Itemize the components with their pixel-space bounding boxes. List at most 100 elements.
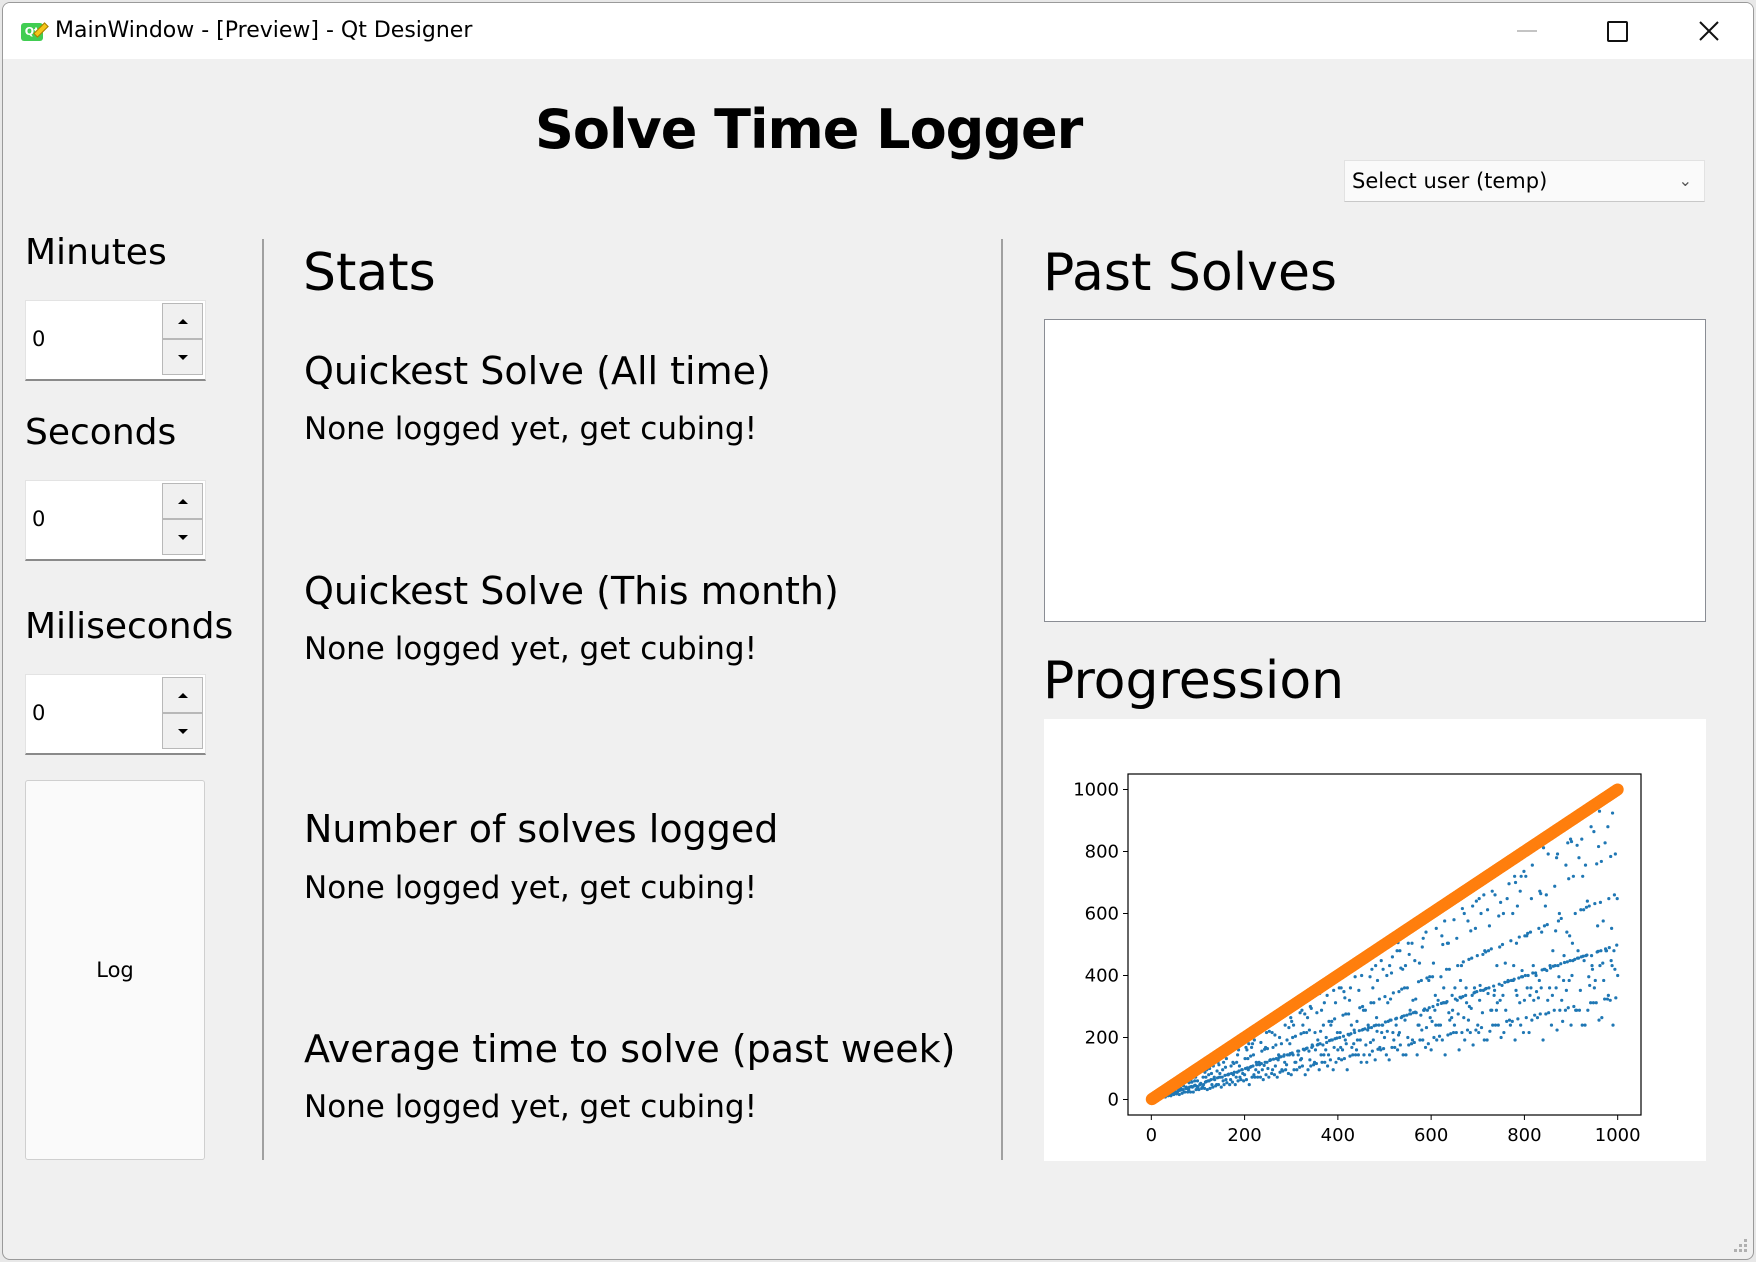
data-point-phi (1288, 1042, 1292, 1046)
data-point-phi (1208, 1086, 1212, 1090)
progression-chart: 0 200 400 600 800 1000 0 200 400 600 800 1000 (1044, 719, 1706, 1161)
past-solves-list[interactable] (1044, 319, 1706, 622)
data-point-phi (1536, 996, 1540, 1000)
data-point-phi (1469, 929, 1473, 933)
milliseconds-spinbox[interactable]: 0 (25, 674, 206, 755)
data-point-phi (1433, 1008, 1437, 1012)
data-point-phi (1259, 1040, 1263, 1045)
data-point-phi (1560, 998, 1564, 1002)
data-point-phi (1343, 1038, 1347, 1042)
data-point-phi (1384, 1053, 1388, 1057)
seconds-value[interactable]: 0 (32, 507, 45, 531)
data-point-phi (1606, 825, 1610, 829)
data-point-phi (1305, 1016, 1310, 1020)
seconds-decrement-button[interactable] (162, 519, 203, 555)
milliseconds-value[interactable]: 0 (32, 701, 45, 725)
data-point-phi (1519, 1023, 1523, 1027)
data-point-phi (1353, 1030, 1357, 1035)
data-point-phi (1338, 1035, 1342, 1040)
data-point-phi (1279, 1042, 1284, 1046)
seconds-increment-button[interactable] (162, 483, 203, 519)
data-point-phi (1526, 931, 1530, 935)
data-point-phi (1564, 863, 1568, 867)
data-point-phi (1332, 988, 1336, 992)
arrow-down-icon (177, 534, 188, 540)
data-point-phi (1415, 1053, 1419, 1057)
data-point-phi (1613, 967, 1617, 971)
data-point-phi (1229, 1064, 1233, 1068)
data-point-phi (1401, 967, 1405, 971)
close-button[interactable] (1665, 3, 1753, 59)
data-point-phi (1426, 1042, 1430, 1046)
data-point-phi (1498, 998, 1502, 1002)
milliseconds-decrement-button[interactable] (162, 713, 203, 749)
data-point-phi (1369, 1025, 1374, 1030)
data-point-phi (1355, 1019, 1359, 1023)
data-point-phi (1475, 990, 1479, 994)
data-point-phi (1498, 945, 1502, 949)
data-point-phi (1556, 963, 1560, 968)
data-point-phi (1321, 1043, 1325, 1047)
x-tick-label: 200 (1227, 1125, 1261, 1146)
data-point-phi (1273, 1064, 1277, 1068)
seconds-label: Seconds (25, 412, 177, 453)
minimize-button[interactable] (1483, 3, 1571, 59)
data-point-phi (1592, 986, 1596, 990)
data-point-phi (1569, 839, 1574, 844)
user-select-dropdown[interactable]: Select user (temp) ⌄ (1344, 160, 1705, 202)
data-point-phi (1545, 968, 1549, 973)
data-point-phi (1593, 978, 1597, 983)
data-point-phi (1237, 1069, 1241, 1073)
data-point-phi (1372, 1001, 1376, 1005)
seconds-spinbox[interactable]: 0 (25, 480, 206, 561)
data-point-phi (1360, 1004, 1365, 1009)
minutes-spinbox[interactable]: 0 (25, 300, 206, 381)
milliseconds-increment-button[interactable] (162, 677, 203, 713)
data-point-phi (1602, 978, 1606, 983)
data-point-phi (1507, 1018, 1512, 1022)
minutes-value[interactable]: 0 (32, 327, 45, 351)
data-point-phi (1464, 993, 1468, 997)
data-point-phi (1436, 998, 1440, 1002)
data-point-phi (1199, 1081, 1203, 1085)
data-point-phi (1479, 1025, 1484, 1030)
data-point-phi (1534, 973, 1538, 978)
arrow-up-icon (177, 692, 188, 698)
data-point-phi (1260, 1049, 1264, 1053)
minutes-decrement-button[interactable] (162, 339, 203, 375)
data-point-phi (1439, 975, 1443, 979)
data-point-phi (1301, 1023, 1305, 1027)
data-point-phi (1610, 963, 1614, 968)
data-point-phi (1414, 1011, 1418, 1015)
data-point-phi (1245, 1048, 1249, 1052)
data-point-phi (1537, 926, 1541, 930)
data-point-phi (1545, 923, 1549, 927)
data-point-phi (1237, 1064, 1242, 1068)
data-point-phi (1223, 1065, 1228, 1069)
resize-grip[interactable] (1733, 1239, 1747, 1253)
x-tick-label: 1000 (1595, 1125, 1641, 1146)
data-point-phi (1319, 1053, 1323, 1057)
data-point-phi (1531, 963, 1535, 968)
data-point-phi (1417, 961, 1422, 965)
data-point-phi (1370, 967, 1374, 971)
data-point-phi (1388, 997, 1393, 1001)
data-point-phi (1374, 1023, 1378, 1027)
data-point-phi (1615, 943, 1619, 947)
data-point-phi (1490, 889, 1494, 893)
minimize-icon (1517, 30, 1537, 32)
data-point-phi (1559, 916, 1563, 921)
data-point-phi (1563, 1008, 1568, 1012)
maximize-button[interactable] (1573, 3, 1661, 59)
data-point-phi (1346, 1012, 1351, 1016)
log-button[interactable]: Log (25, 780, 205, 1160)
data-point-phi (1558, 1008, 1562, 1012)
qt-designer-icon: Qt (21, 22, 49, 41)
milliseconds-label: Miliseconds (25, 606, 234, 647)
data-point-phi (1266, 1066, 1270, 1071)
window-title: MainWindow - [Preview] - Qt Designer (55, 18, 473, 43)
data-point-phi (1335, 1030, 1339, 1035)
user-select-value: Select user (temp) (1352, 169, 1548, 193)
minutes-increment-button[interactable] (162, 303, 203, 339)
data-point-phi (1427, 978, 1431, 983)
